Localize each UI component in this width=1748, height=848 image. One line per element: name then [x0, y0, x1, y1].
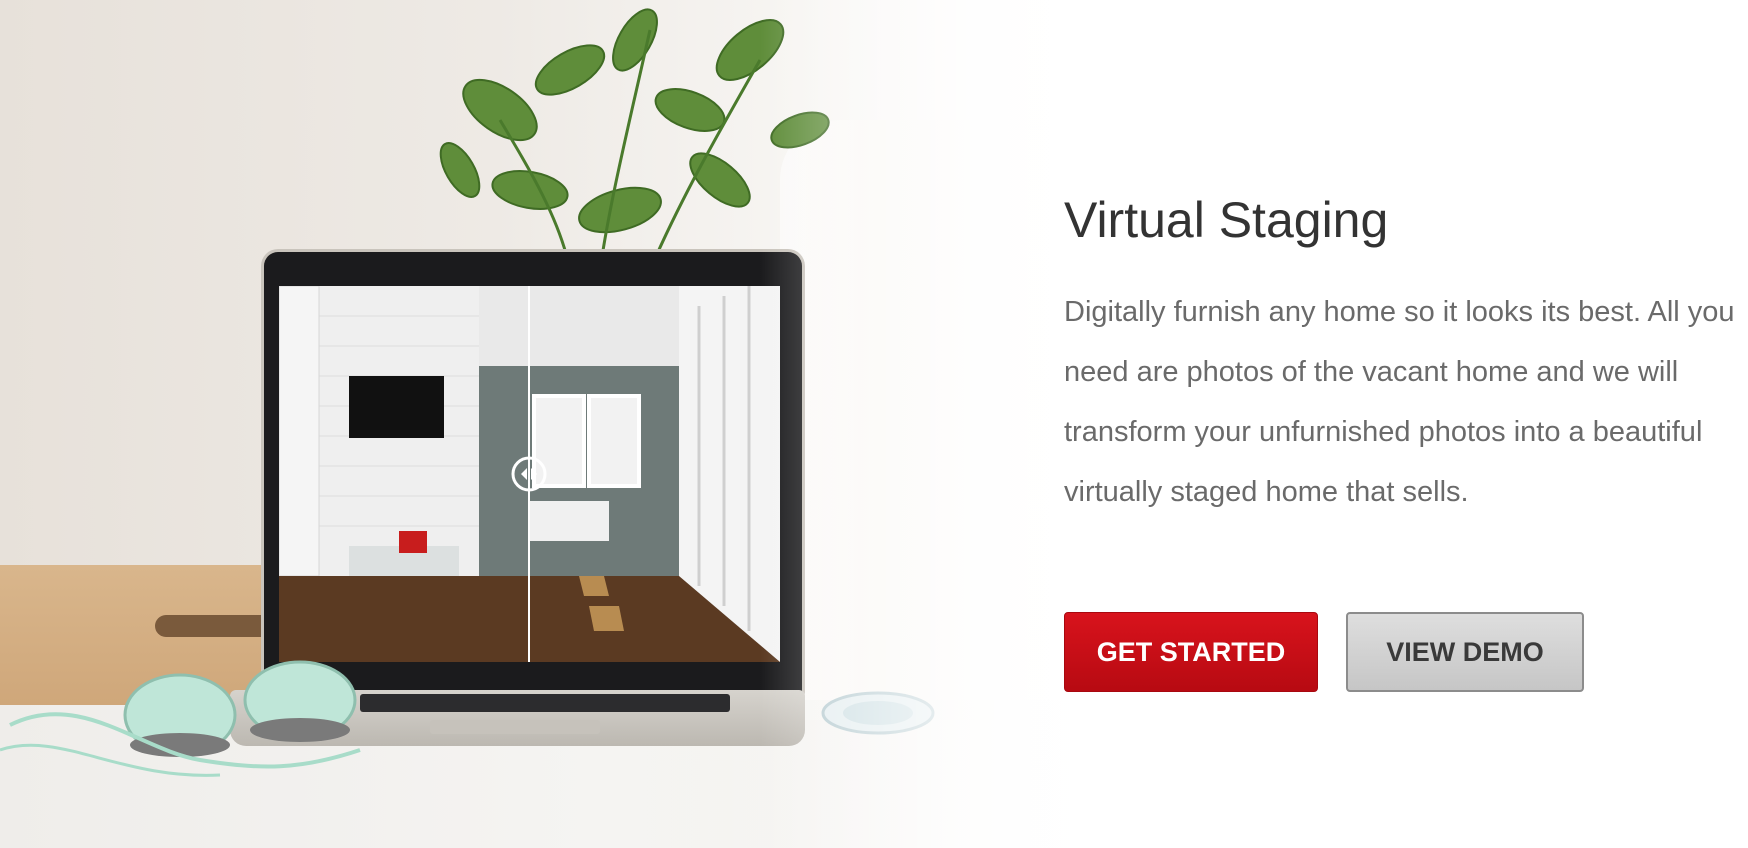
get-started-button[interactable]: GET STARTED: [1064, 612, 1318, 692]
hero-description: Digitally furnish any home so it looks i…: [1064, 296, 1735, 508]
hero-buttons: GET STARTED VIEW DEMO: [1064, 612, 1584, 692]
page-title: Virtual Staging: [1064, 192, 1389, 248]
hero-section: Virtual Staging Digitally furnish any ho…: [0, 0, 1748, 848]
laptop-screen: [279, 286, 780, 662]
view-demo-button[interactable]: VIEW DEMO: [1346, 612, 1584, 692]
before-after-room-image: [279, 286, 780, 662]
hero-content: Virtual Staging Digitally furnish any ho…: [1064, 190, 1748, 522]
headphones-icon: [0, 660, 361, 777]
